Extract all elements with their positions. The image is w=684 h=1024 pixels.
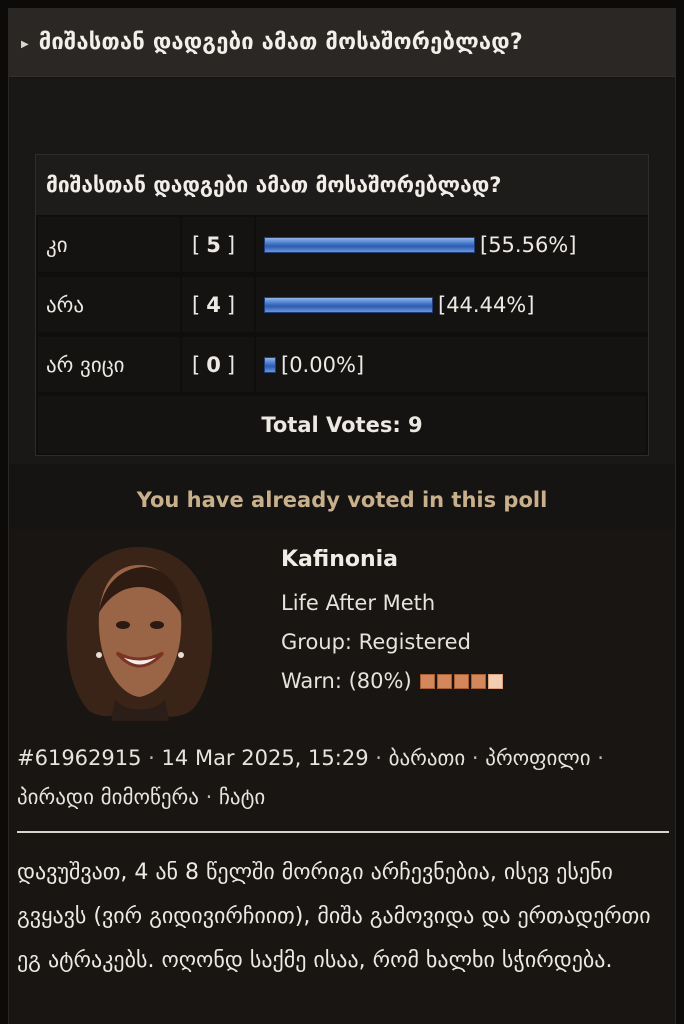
warn-box: [436, 673, 452, 689]
post-body: დავუშვათ, 4 ან 8 წელში მორიგი არჩევნებია…: [17, 860, 651, 973]
meta-separator: ·: [471, 746, 479, 770]
poll-option-row: კი [5] [55.56%]: [36, 215, 648, 274]
poll-option-percent: [44.44%]: [438, 292, 535, 317]
poll-option-count-value: 4: [206, 292, 221, 317]
post-date: 14 Mar 2025, 15:29: [161, 746, 369, 770]
poll-option-count-value: 0: [206, 352, 221, 377]
warn-box: [419, 673, 435, 689]
poll-option-label: კი: [38, 217, 180, 272]
poll-option-count: [4]: [182, 277, 254, 332]
private-message-link[interactable]: პირადი მიმოწერა: [17, 785, 199, 809]
poll-option-percent: [55.56%]: [480, 232, 577, 257]
poll-option-count-value: 5: [206, 232, 221, 257]
poll-area: მიშასთან დადგები ამათ მოსაშორებლად? კი […: [9, 144, 675, 464]
forum-post: Kafinonia Life After Meth Group: Registe…: [9, 529, 675, 1024]
topic-toolbar-band: [9, 78, 675, 144]
poll-option-percent: [0.00%]: [281, 352, 365, 377]
author-title: Life After Meth: [281, 591, 436, 615]
poll-option-row: არა [4] [44.44%]: [36, 275, 648, 334]
meta-separator: ·: [148, 746, 155, 770]
profile-link[interactable]: პროფილი: [485, 746, 590, 770]
poll-option-row: არ ვიცი [0] [0.00%]: [36, 335, 648, 394]
post-id-link[interactable]: #61962915: [17, 746, 141, 770]
poll-voted-message: You have already voted in this poll: [136, 488, 548, 512]
card-link[interactable]: ბარათი: [389, 746, 466, 770]
topic-header[interactable]: ▶ მიშასთან დადგები ამათ მოსაშორებლად?: [9, 9, 675, 77]
post-meta: #61962915 · 14 Mar 2025, 15:29 · ბარათი …: [17, 739, 667, 817]
meta-separator: ·: [205, 785, 213, 809]
poll-option-label: არ ვიცი: [38, 337, 180, 392]
avatar[interactable]: [59, 543, 219, 721]
poll-option-label: არა: [38, 277, 180, 332]
chat-link[interactable]: ჩატი: [219, 785, 265, 809]
poll-option-result: [0.00%]: [256, 337, 648, 392]
meta-separator: ·: [375, 746, 382, 770]
poll-table: მიშასთან დადგები ამათ მოსაშორებლად? კი […: [35, 154, 649, 456]
triangle-right-icon: ▶: [21, 39, 29, 50]
warn-box: [487, 673, 503, 689]
poll-option-result: [55.56%]: [256, 217, 648, 272]
poll-total-votes: Total Votes: 9: [38, 396, 646, 453]
meta-separator: ·: [597, 746, 604, 770]
poll-option-count: [0]: [182, 337, 254, 392]
poll-result-bar: [264, 236, 475, 253]
warn-level-indicator: [419, 673, 505, 689]
author-warn: Warn: (80%): [281, 669, 505, 693]
poll-option-result: [44.44%]: [256, 277, 648, 332]
warn-box: [470, 673, 486, 689]
post-divider: [17, 831, 669, 833]
warn-box: [453, 673, 469, 689]
warn-label: Warn: (80%): [281, 669, 412, 693]
topic-title: მიშასთან დადგები ამათ მოსაშორებლად?: [38, 30, 523, 55]
poll-result-bar: [264, 296, 433, 313]
poll-option-count: [5]: [182, 217, 254, 272]
author-name[interactable]: Kafinonia: [281, 547, 398, 572]
forum-frame: ▶ მიშასთან დადგები ამათ მოსაშორებლად? მი…: [8, 8, 676, 1024]
poll-question: მიშასთან დადგები ამათ მოსაშორებლად?: [36, 155, 648, 215]
author-group: Group: Registered: [281, 630, 471, 654]
poll-result-bar: [264, 356, 276, 373]
